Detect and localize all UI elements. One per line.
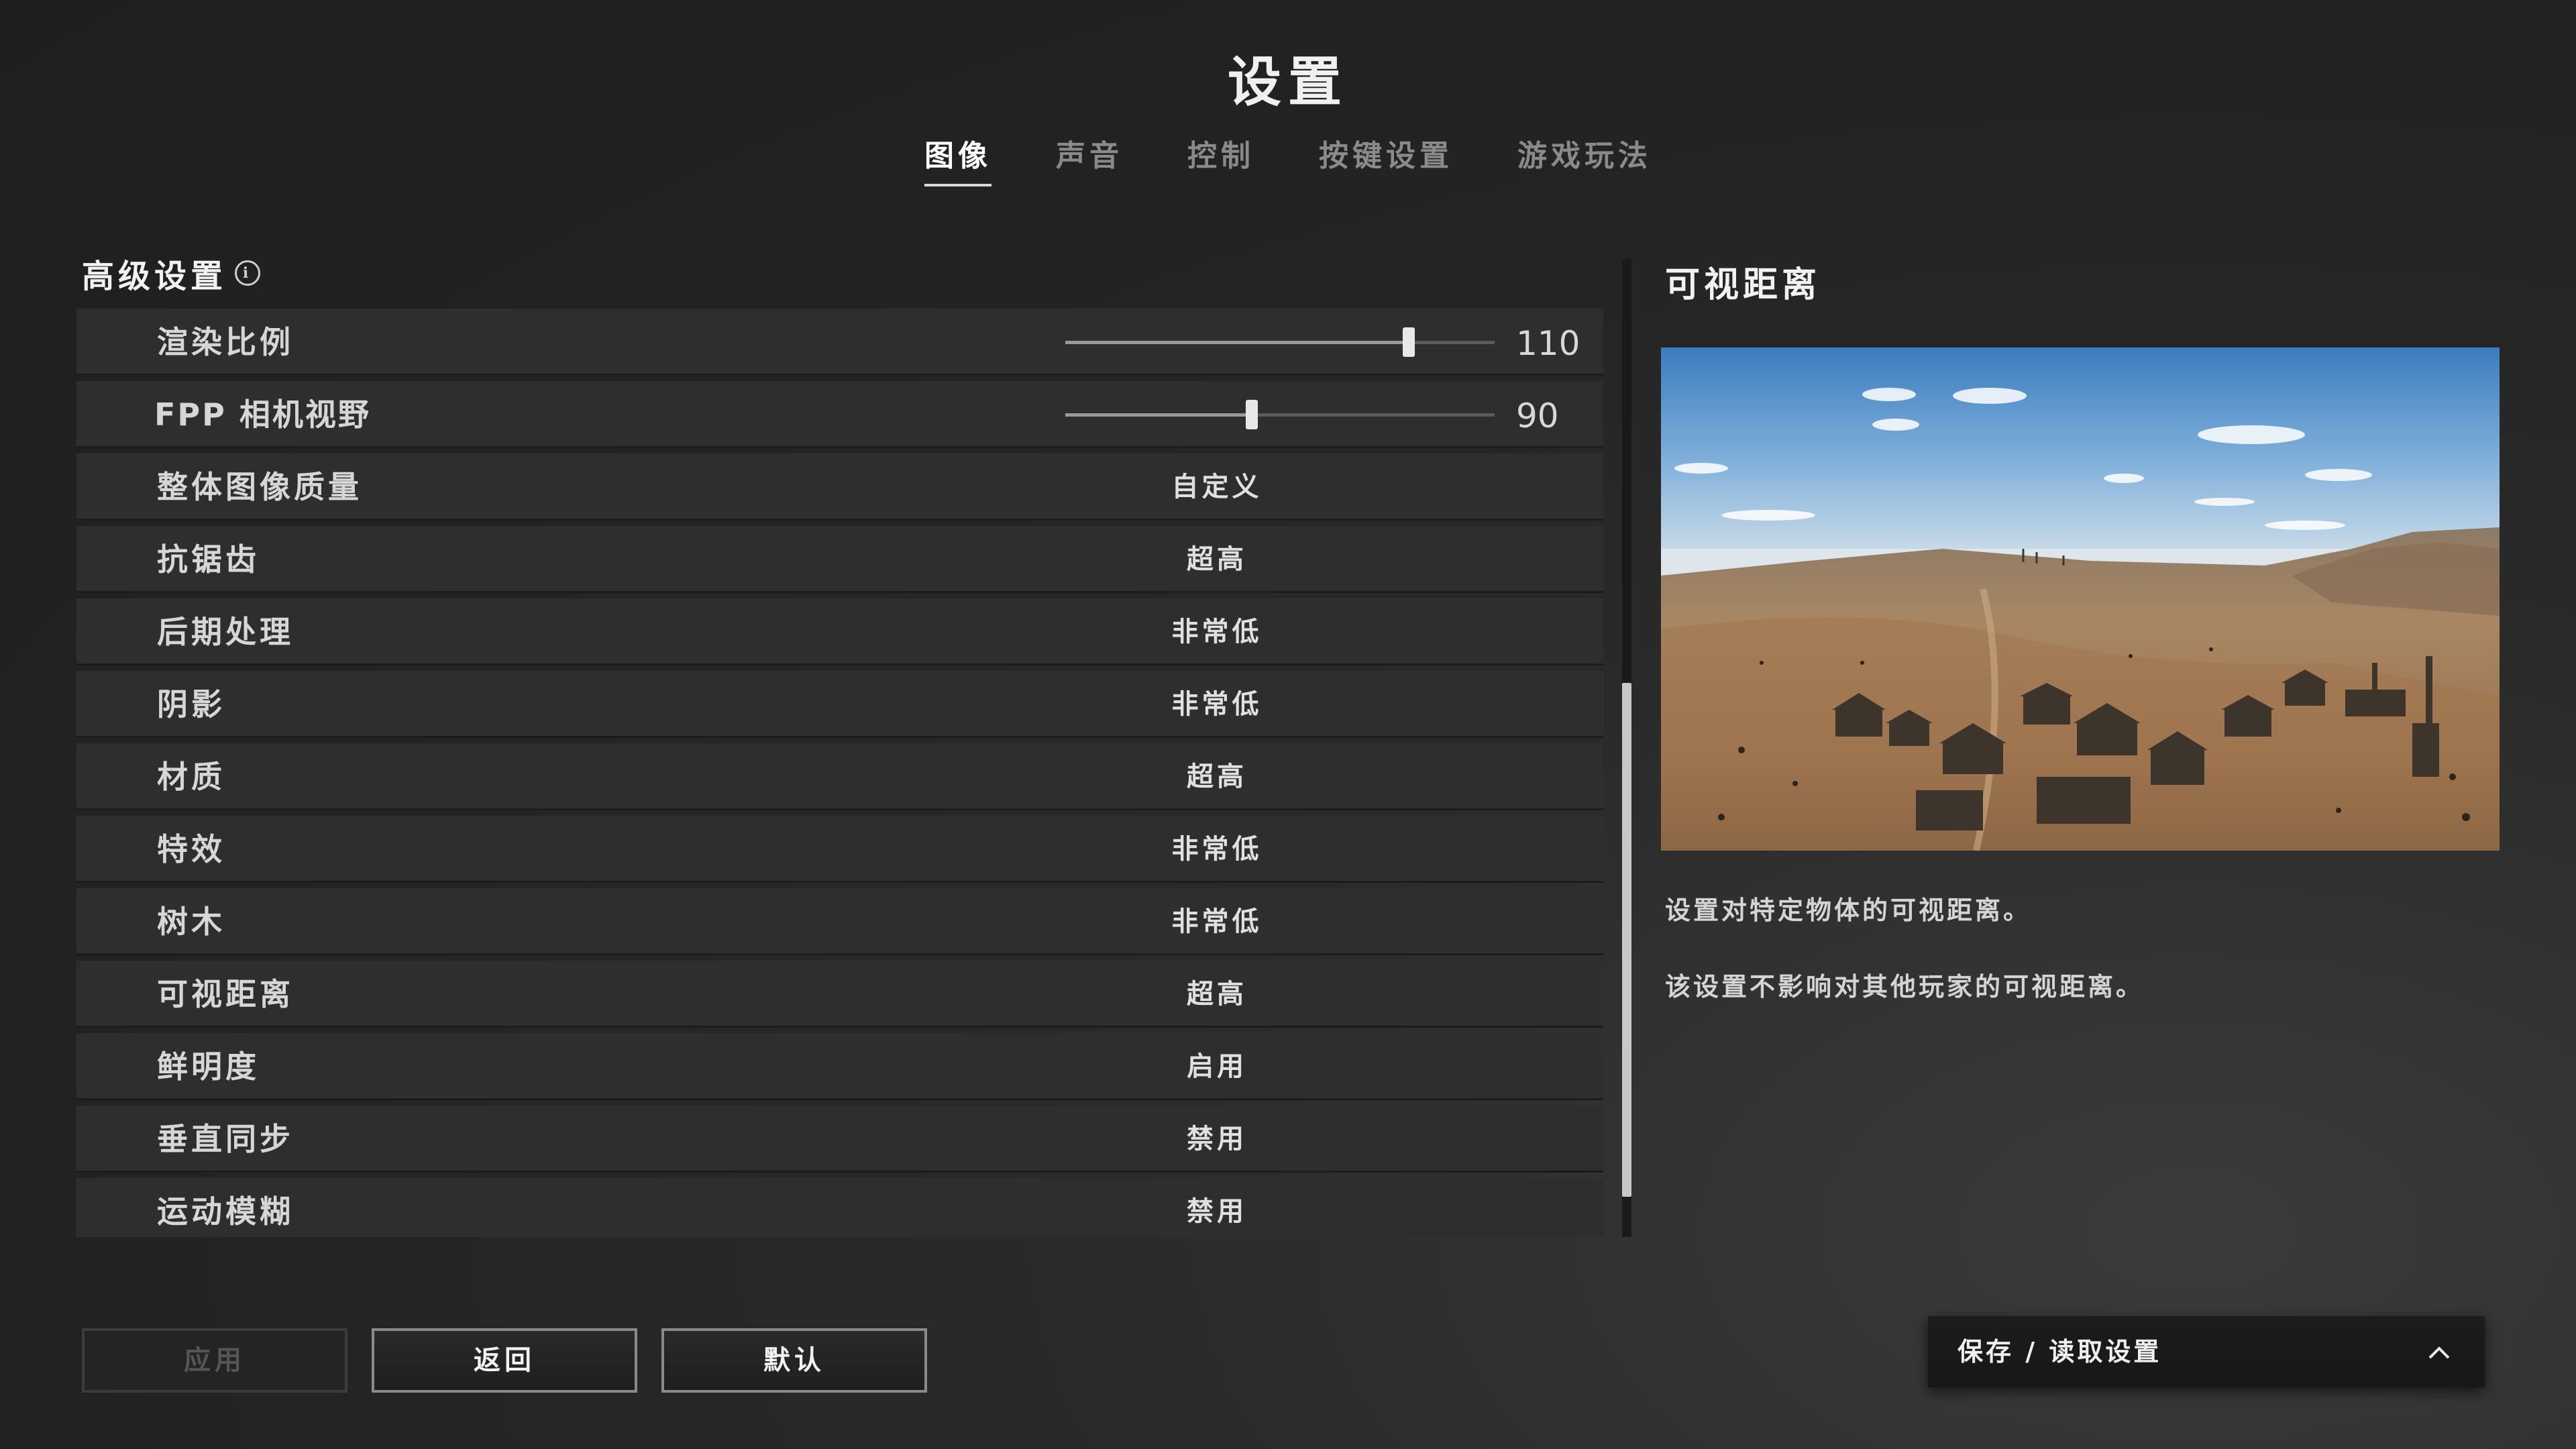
setting-label: 可视距离	[157, 976, 294, 1012]
detail-title: 可视距离	[1665, 265, 1821, 305]
setting-label: 鲜明度	[157, 1049, 260, 1085]
setting-value-selector[interactable]: 超高	[1076, 526, 1358, 593]
setting-value-selector[interactable]: 非常低	[1076, 888, 1358, 955]
setting-value-selector[interactable]: 禁用	[1076, 1106, 1358, 1173]
setting-row-sharpen[interactable]: 鲜明度 启用	[76, 1033, 1603, 1100]
setting-label: 整体图像质量	[157, 469, 362, 505]
tab-graphics[interactable]: 图像	[924, 131, 991, 186]
setting-label: 垂直同步	[157, 1121, 294, 1157]
chevron-up-icon	[2428, 1346, 2450, 1359]
slider-fill	[1065, 341, 1409, 344]
render-scale-slider[interactable]	[1065, 327, 1495, 357]
tab-keybindings[interactable]: 按键设置	[1319, 131, 1453, 186]
settings-screen: 设置 图像 声音 控制 按键设置 游戏玩法 高级设置 i 渲染比例 110 FP…	[0, 0, 2576, 1449]
fpp-fov-value: 90	[1516, 396, 1559, 435]
settings-scrollbar[interactable]	[1622, 259, 1631, 1237]
setting-row-motion-blur[interactable]: 运动模糊 禁用	[76, 1178, 1603, 1237]
setting-row-anti-aliasing[interactable]: 抗锯齿 超高	[76, 526, 1603, 593]
default-button[interactable]: 默认	[661, 1328, 927, 1393]
tab-bar: 图像 声音 控制 按键设置 游戏玩法	[0, 131, 2576, 186]
setting-row-foliage[interactable]: 树木 非常低	[76, 888, 1603, 955]
setting-value-selector[interactable]: 非常低	[1076, 598, 1358, 665]
save-load-settings-button[interactable]: 保存 / 读取设置	[1928, 1316, 2485, 1387]
setting-row-view-distance[interactable]: 可视距离 超高	[76, 961, 1603, 1028]
setting-label: 特效	[157, 831, 225, 867]
slider-thumb[interactable]	[1403, 327, 1415, 357]
apply-button[interactable]: 应用	[82, 1328, 347, 1393]
setting-row-vsync[interactable]: 垂直同步 禁用	[76, 1106, 1603, 1173]
setting-row-overall-quality[interactable]: 整体图像质量 自定义	[76, 453, 1603, 521]
setting-label: 运动模糊	[157, 1193, 294, 1230]
settings-list: 渲染比例 110 FPP 相机视野 90 整体图像质量 自定义 抗锯齿 超高 后…	[76, 309, 1603, 1237]
setting-value-selector[interactable]: 非常低	[1076, 816, 1358, 883]
section-title-advanced: 高级设置 i	[82, 250, 261, 297]
setting-row-post-processing[interactable]: 后期处理 非常低	[76, 598, 1603, 665]
slider-thumb[interactable]	[1246, 400, 1258, 429]
page-title: 设置	[1228, 51, 1348, 113]
save-load-label: 保存 / 读取设置	[1957, 1337, 2162, 1366]
setting-label: 阴影	[157, 686, 225, 722]
setting-value-selector[interactable]: 超高	[1076, 961, 1358, 1028]
setting-row-shadows[interactable]: 阴影 非常低	[76, 671, 1603, 738]
setting-value-selector[interactable]: 非常低	[1076, 671, 1358, 738]
slider-fill	[1065, 413, 1252, 417]
setting-value-selector[interactable]: 自定义	[1076, 453, 1358, 521]
tab-gameplay[interactable]: 游戏玩法	[1517, 131, 1652, 186]
setting-row-textures[interactable]: 材质 超高	[76, 743, 1603, 810]
back-button[interactable]: 返回	[372, 1328, 637, 1393]
view-distance-preview-image	[1661, 347, 2500, 851]
setting-row-render-scale: 渲染比例 110	[76, 309, 1603, 376]
preview-landscape	[1661, 347, 2500, 851]
setting-label: 材质	[157, 759, 225, 795]
setting-value-selector[interactable]: 禁用	[1076, 1178, 1358, 1237]
setting-label: 抗锯齿	[157, 541, 260, 578]
setting-label: 渲染比例	[157, 324, 294, 360]
setting-value-selector[interactable]: 超高	[1076, 743, 1358, 810]
fpp-fov-slider[interactable]	[1065, 400, 1495, 429]
section-title-text: 高级设置	[82, 258, 227, 295]
setting-value-selector[interactable]: 启用	[1076, 1033, 1358, 1100]
setting-label: 树木	[157, 904, 225, 940]
detail-description: 设置对特定物体的可视距离。	[1665, 896, 2032, 925]
setting-row-effects[interactable]: 特效 非常低	[76, 816, 1603, 883]
setting-row-fpp-fov: FPP 相机视野 90	[76, 381, 1603, 448]
setting-label: 后期处理	[157, 614, 294, 650]
scrollbar-thumb[interactable]	[1622, 683, 1631, 1197]
setting-label: FPP 相机视野	[154, 396, 371, 433]
tab-control[interactable]: 控制	[1187, 131, 1254, 186]
detail-description-note: 该设置不影响对其他玩家的可视距离。	[1665, 972, 2145, 1002]
tab-sound[interactable]: 声音	[1056, 131, 1123, 186]
render-scale-value: 110	[1516, 324, 1580, 363]
info-icon[interactable]: i	[235, 260, 261, 286]
